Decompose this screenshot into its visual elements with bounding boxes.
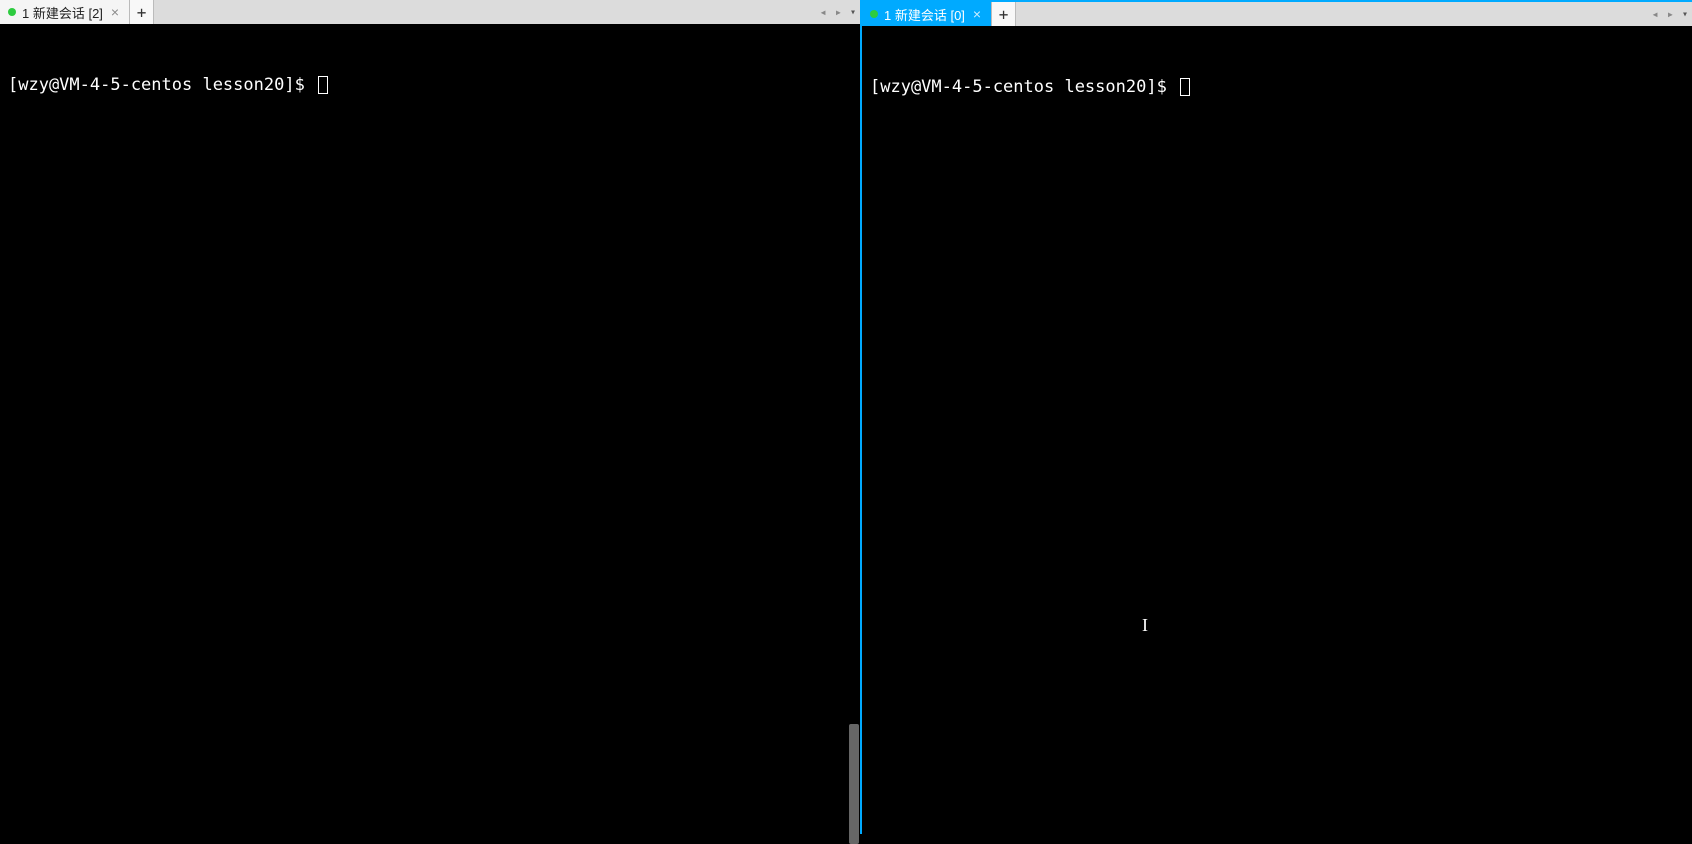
scrollbar-left[interactable] (846, 24, 860, 834)
status-dot-icon (870, 10, 878, 18)
cursor-icon (1180, 78, 1190, 96)
tabbar-right: 1 新建会话 [0] × + ◂ ▸ ▾ (862, 2, 1692, 26)
tab-nav-left-icon[interactable]: ◂ (820, 5, 827, 19)
tab-nav-controls-right: ◂ ▸ ▾ (1652, 2, 1689, 26)
prompt-text: [wzy@VM-4-5-centos lesson20]$ (8, 74, 315, 96)
close-icon[interactable]: × (109, 5, 121, 19)
add-tab-button[interactable]: + (130, 0, 154, 24)
tab-nav-controls-left: ◂ ▸ ▾ (820, 0, 857, 24)
tab-nav-right-icon[interactable]: ▸ (1667, 7, 1674, 21)
tab-session-right[interactable]: 1 新建会话 [0] × (862, 2, 992, 26)
status-dot-icon (8, 8, 16, 16)
prompt-text: [wzy@VM-4-5-centos lesson20]$ (870, 76, 1177, 98)
tab-label: 1 新建会话 [2] (22, 3, 103, 22)
prompt-line-right: [wzy@VM-4-5-centos lesson20]$ (870, 76, 1684, 98)
tab-label: 1 新建会话 [0] (884, 5, 965, 24)
close-icon[interactable]: × (971, 7, 983, 21)
terminal-body-right[interactable]: [wzy@VM-4-5-centos lesson20]$ I (862, 26, 1692, 834)
scrollbar-thumb-left[interactable] (849, 724, 859, 844)
plus-icon: + (999, 5, 1009, 24)
tab-menu-dropdown-icon[interactable]: ▾ (1682, 9, 1688, 20)
tab-nav-right-icon[interactable]: ▸ (835, 5, 842, 19)
tab-nav-left-icon[interactable]: ◂ (1652, 7, 1659, 21)
add-tab-button[interactable]: + (992, 2, 1016, 26)
cursor-icon (318, 76, 328, 94)
tabbar-left: 1 新建会话 [2] × + ◂ ▸ ▾ (0, 0, 860, 24)
plus-icon: + (137, 3, 147, 22)
mouse-cursor-icon: I (1142, 616, 1148, 634)
tab-session-left[interactable]: 1 新建会话 [2] × (0, 0, 130, 24)
terminal-body-left[interactable]: [wzy@VM-4-5-centos lesson20]$ (0, 24, 860, 834)
tab-menu-dropdown-icon[interactable]: ▾ (850, 7, 856, 18)
terminal-pane-left: 1 新建会话 [2] × + ◂ ▸ ▾ [wzy@VM-4-5-centos … (0, 0, 860, 834)
prompt-line-left: [wzy@VM-4-5-centos lesson20]$ (8, 74, 852, 96)
terminal-pane-right: 1 新建会话 [0] × + ◂ ▸ ▾ [wzy@VM-4-5-centos … (860, 0, 1692, 834)
